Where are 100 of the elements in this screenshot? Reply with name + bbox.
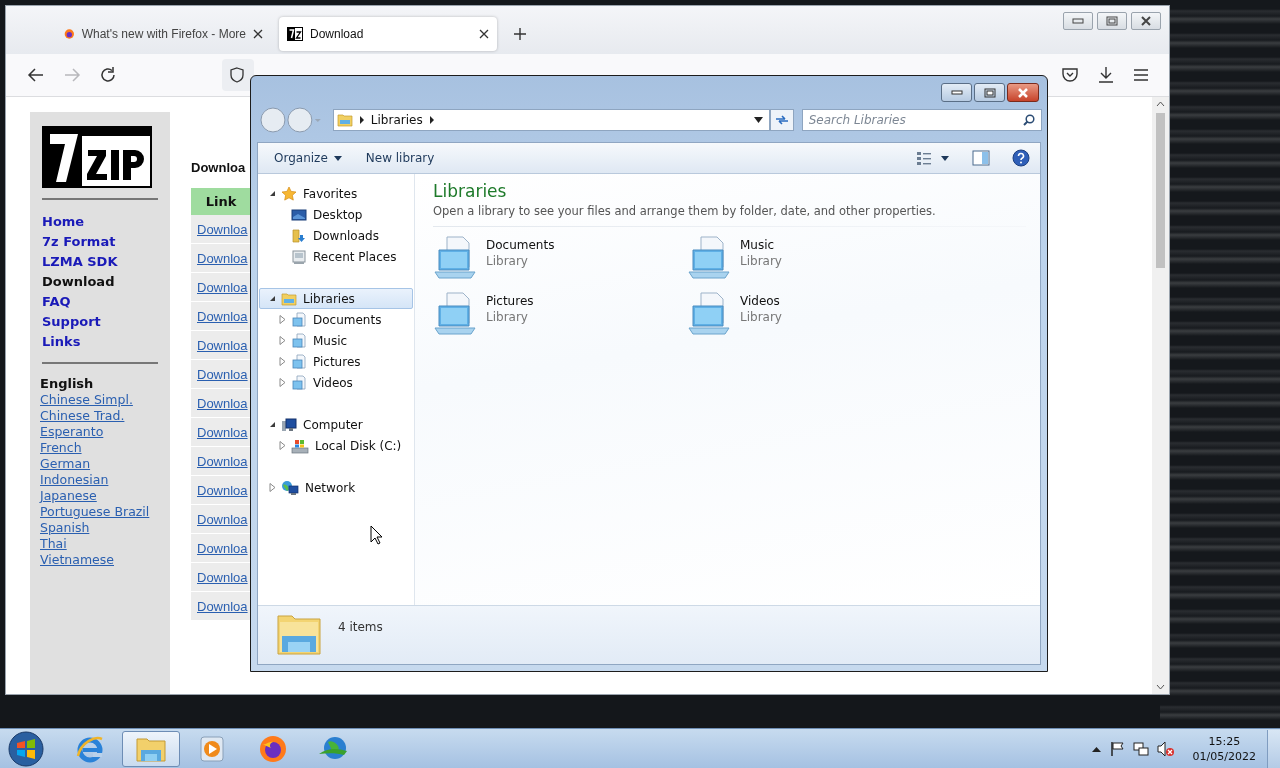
pocket-icon[interactable] xyxy=(1061,67,1079,83)
collapsed-arrow-icon[interactable] xyxy=(279,315,286,324)
table-link[interactable]: Downloa xyxy=(197,250,248,266)
close-button[interactable] xyxy=(1007,83,1039,102)
expanded-arrow-icon[interactable] xyxy=(269,295,276,302)
minimize-button[interactable] xyxy=(1063,12,1093,30)
table-link[interactable]: Downloa xyxy=(197,569,248,585)
volume-muted-icon[interactable] xyxy=(1156,740,1175,757)
refresh-button[interactable] xyxy=(769,109,794,131)
language-link[interactable]: Vietnamese xyxy=(40,552,158,568)
reload-icon[interactable] xyxy=(99,66,117,84)
library-item[interactable]: Videos Library xyxy=(687,289,941,339)
library-item[interactable]: Pictures Library xyxy=(433,289,687,339)
show-hidden-icons-icon[interactable] xyxy=(1091,745,1101,752)
close-button[interactable] xyxy=(1131,12,1161,30)
menu-icon[interactable] xyxy=(1133,68,1149,82)
scroll-up-icon[interactable] xyxy=(1156,101,1165,107)
help-icon[interactable] xyxy=(1012,149,1030,167)
table-link[interactable]: Downloa xyxy=(197,482,248,498)
language-link[interactable]: Japanese xyxy=(40,488,158,504)
flag-icon[interactable] xyxy=(1108,740,1125,757)
dropdown-icon[interactable] xyxy=(753,117,763,123)
collapsed-arrow-icon[interactable] xyxy=(279,357,286,366)
scroll-down-icon[interactable] xyxy=(1156,684,1165,690)
clock[interactable]: 15:25 01/05/2022 xyxy=(1192,733,1256,764)
nav-link[interactable]: Links xyxy=(42,332,158,352)
table-link[interactable]: Downloa xyxy=(197,511,248,527)
collapsed-arrow-icon[interactable] xyxy=(269,483,276,492)
language-link[interactable]: Esperanto xyxy=(40,424,158,440)
nav-link[interactable]: Support xyxy=(42,312,158,332)
folder-description: Open a library to see your files and arrange them by folder, date, and other properties. xyxy=(433,204,937,218)
library-item[interactable]: Documents Library xyxy=(433,233,687,283)
browser-tab[interactable]: Download xyxy=(279,17,497,51)
library-item[interactable]: Music Library xyxy=(687,233,941,283)
language-link[interactable]: French xyxy=(40,440,158,456)
tree-item[interactable]: Downloads xyxy=(259,225,413,246)
nav-link[interactable]: Download xyxy=(42,272,158,292)
tree-item[interactable]: Videos xyxy=(259,372,413,393)
table-link[interactable]: Downloa xyxy=(197,366,248,382)
new-tab-icon[interactable] xyxy=(513,27,527,41)
tree-item[interactable]: Libraries xyxy=(259,288,413,309)
tree-item[interactable]: Documents xyxy=(259,309,413,330)
library-type: Library xyxy=(740,310,782,324)
table-link[interactable]: Downloa xyxy=(197,337,248,353)
scrollbar[interactable] xyxy=(1152,97,1169,694)
nav-link[interactable]: FAQ xyxy=(42,292,158,312)
table-link[interactable]: Downloa xyxy=(197,598,248,614)
minimize-button[interactable] xyxy=(941,83,972,102)
tree-item[interactable]: Computer xyxy=(259,414,413,435)
table-link[interactable]: Downloa xyxy=(197,453,248,469)
tree-item[interactable]: Music xyxy=(259,330,413,351)
language-link[interactable]: Chinese Simpl. xyxy=(40,392,158,408)
tree-item[interactable]: Local Disk (C:) xyxy=(259,435,413,456)
scrollbar-thumb[interactable] xyxy=(1156,113,1165,268)
browser-tab[interactable]: What's new with Firefox - More xyxy=(56,17,271,51)
close-icon xyxy=(1016,87,1030,98)
language-link[interactable]: Spanish xyxy=(40,520,158,536)
toolbar-button[interactable]: New library xyxy=(361,151,439,165)
network-status-icon[interactable] xyxy=(1132,740,1149,757)
library-icon xyxy=(291,353,307,370)
collapsed-arrow-icon[interactable] xyxy=(279,378,286,387)
language-link[interactable]: Thai xyxy=(40,536,158,552)
collapsed-arrow-icon[interactable] xyxy=(279,441,286,450)
breadcrumb-arrow-icon[interactable] xyxy=(428,116,435,124)
back-icon[interactable] xyxy=(27,67,45,83)
tree-item[interactable]: Network xyxy=(259,477,413,498)
table-link[interactable]: Downloa xyxy=(197,540,248,556)
language-link[interactable]: Indonesian xyxy=(40,472,158,488)
download-icon[interactable] xyxy=(1097,66,1115,84)
breadcrumb-arrow-icon[interactable] xyxy=(358,116,365,124)
tree-item[interactable]: Recent Places xyxy=(259,246,413,267)
view-options-icon[interactable] xyxy=(916,150,950,166)
tree-item[interactable]: Desktop xyxy=(259,204,413,225)
close-tab-icon[interactable] xyxy=(479,29,489,39)
table-link[interactable]: Downloa xyxy=(197,395,248,411)
nav-link[interactable]: Home xyxy=(42,212,158,232)
taskbar-button[interactable] xyxy=(122,730,180,767)
start-button[interactable] xyxy=(6,729,46,768)
nav-link[interactable]: 7z Format xyxy=(42,232,158,252)
collapsed-arrow-icon[interactable] xyxy=(279,336,286,345)
nav-link[interactable]: LZMA SDK xyxy=(42,252,158,272)
tree-item[interactable]: Favorites xyxy=(259,183,413,204)
table-link[interactable]: Downloa xyxy=(197,308,248,324)
expanded-arrow-icon[interactable] xyxy=(269,190,276,197)
table-link[interactable]: Downloa xyxy=(197,221,248,237)
language-link[interactable]: Chinese Trad. xyxy=(40,408,158,424)
language-link[interactable]: Portuguese Brazil xyxy=(40,504,158,520)
site-logo[interactable] xyxy=(42,126,152,188)
expanded-arrow-icon[interactable] xyxy=(269,421,276,428)
tree-item[interactable]: Pictures xyxy=(259,351,413,372)
breadcrumb[interactable]: Libraries xyxy=(370,113,423,127)
language-link[interactable]: German xyxy=(40,456,158,472)
maximize-button[interactable] xyxy=(974,83,1005,102)
address-bar-edge[interactable] xyxy=(222,59,254,91)
search-field[interactable]: Search Libraries xyxy=(801,109,1042,131)
table-link[interactable]: Downloa xyxy=(197,279,248,295)
toolbar-button[interactable]: Organize xyxy=(270,151,346,165)
address-field[interactable]: Libraries xyxy=(332,109,770,131)
close-tab-icon[interactable] xyxy=(253,29,263,39)
table-link[interactable]: Downloa xyxy=(197,424,248,440)
